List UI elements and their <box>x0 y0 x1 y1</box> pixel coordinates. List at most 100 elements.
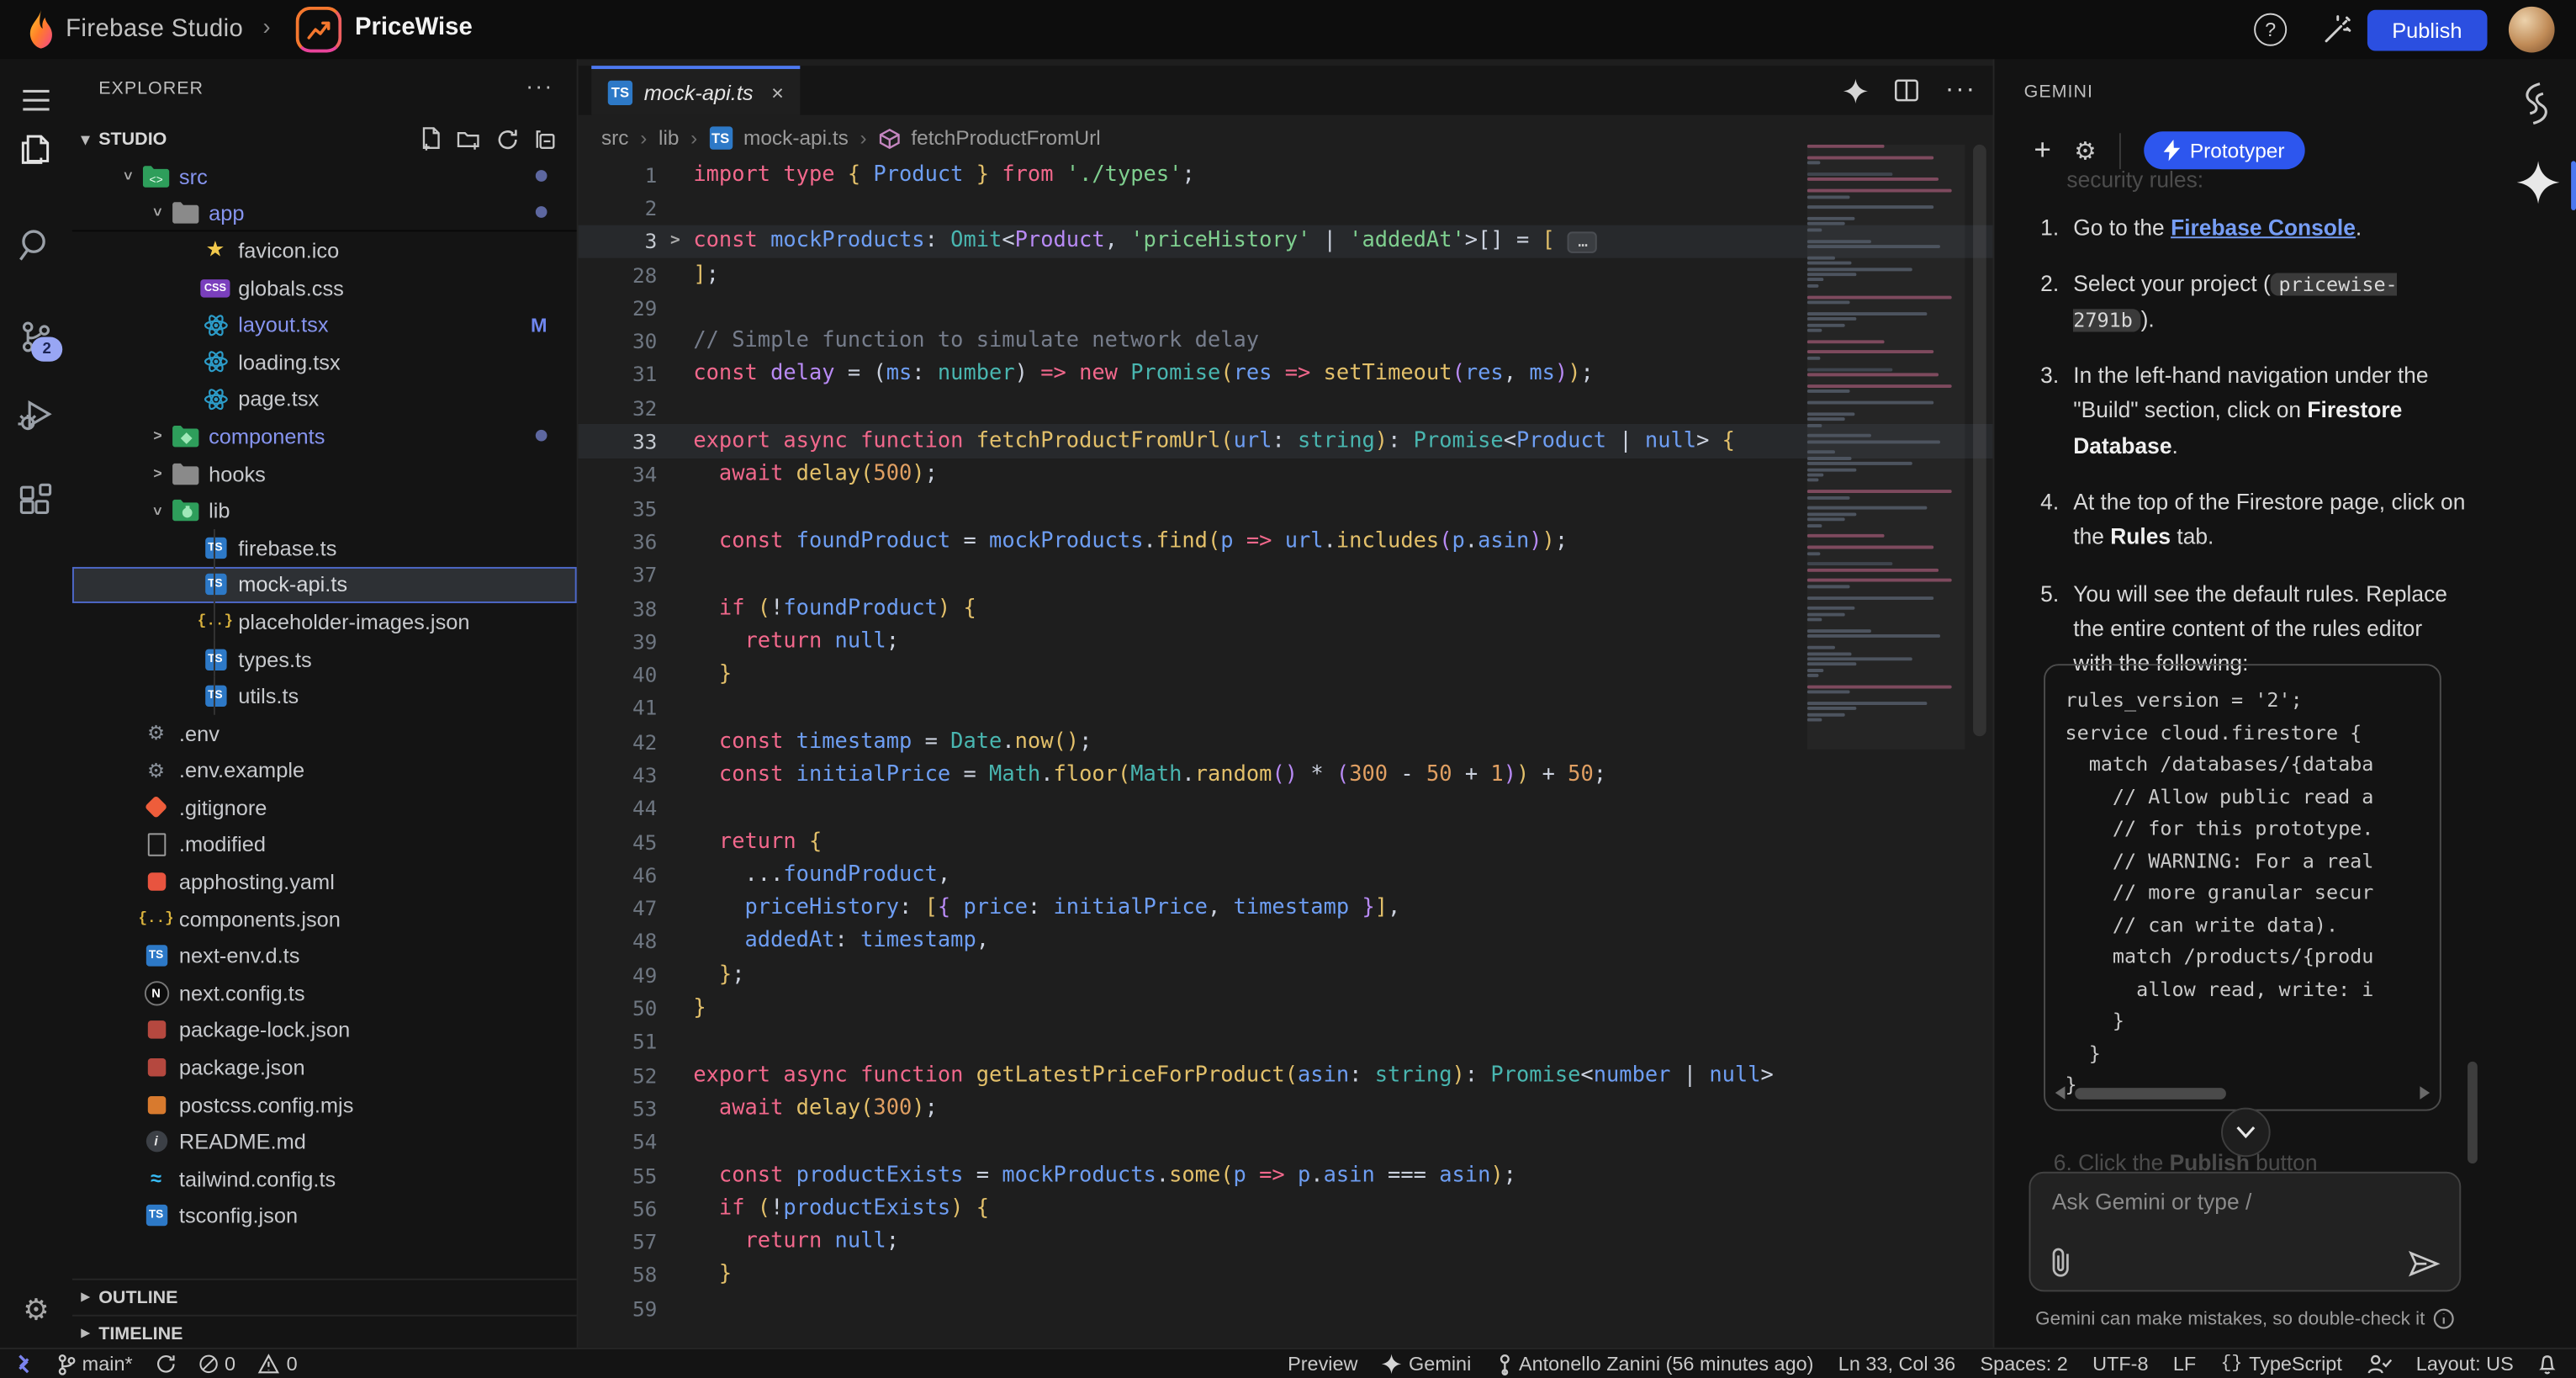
breadcrumb-src[interactable]: src <box>601 126 629 149</box>
explorer-more-icon[interactable]: ··· <box>526 72 553 98</box>
gemini-star-icon[interactable] <box>2517 161 2560 204</box>
file-row-apphosting.yaml[interactable]: apphosting.yaml <box>72 863 577 900</box>
code-area[interactable]: 1import type { Product } from './types';… <box>579 158 1993 1326</box>
file-row-package-lock.json[interactable]: package-lock.json <box>72 1012 577 1049</box>
status-left-remote-icon[interactable] <box>13 1354 34 1374</box>
gemini-scrollbar[interactable] <box>2468 1062 2478 1163</box>
editor-scrollbar[interactable] <box>1973 145 1986 736</box>
info-icon[interactable] <box>2433 1308 2454 1329</box>
chevron-down-icon[interactable]: > <box>120 163 137 189</box>
status-right-ln-33-col-36[interactable]: Ln 33, Col 36 <box>1838 1353 1955 1375</box>
gemini-input[interactable]: Ask Gemini or type / <box>2029 1172 2461 1292</box>
outline-section[interactable]: ▸OUTLINE <box>72 1279 577 1315</box>
chevron-right-icon[interactable]: > <box>145 428 171 445</box>
status-left-0[interactable]: 0 <box>258 1353 297 1375</box>
help-icon[interactable]: ? <box>2254 13 2287 46</box>
file-row-postcss.config.mjs[interactable]: postcss.config.mjs <box>72 1086 577 1123</box>
avatar[interactable] <box>2509 7 2555 53</box>
status-right-layout-us[interactable]: Layout: US <box>2416 1353 2514 1375</box>
file-row-app[interactable]: >app <box>72 195 577 232</box>
section-studio[interactable]: ▾ STUDIO <box>72 122 577 158</box>
close-icon[interactable]: × <box>771 80 784 104</box>
code-line-58[interactable]: 58 } <box>579 1259 1993 1292</box>
file-row-mock-api.ts[interactable]: TSmock-api.ts <box>72 566 577 603</box>
timeline-section[interactable]: ▸TIMELINE <box>72 1315 577 1351</box>
file-row-page.tsx[interactable]: page.tsx <box>72 380 577 417</box>
wand-icon[interactable] <box>2321 15 2352 46</box>
code-line-50[interactable]: 50} <box>579 992 1993 1026</box>
code-line-57[interactable]: 57 return null; <box>579 1225 1993 1259</box>
code-line-54[interactable]: 54 <box>579 1125 1993 1158</box>
file-row-loading.tsx[interactable]: loading.tsx <box>72 343 577 380</box>
file-row-.modified[interactable]: .modified <box>72 826 577 863</box>
code-line-28[interactable]: 28]; <box>579 257 1993 291</box>
status-left-sync-icon[interactable] <box>156 1354 175 1374</box>
chevron-down-icon[interactable]: > <box>150 199 167 225</box>
code-line-47[interactable]: 47 priceHistory: [{ price: initialPrice,… <box>579 892 1993 925</box>
file-row-utils.ts[interactable]: TSutils.ts <box>72 677 577 714</box>
more-icon[interactable]: ··· <box>1945 76 1976 105</box>
gemini-star-icon[interactable] <box>1843 78 1868 103</box>
split-editor-icon[interactable] <box>1894 79 1918 102</box>
code-line-59[interactable]: 59 <box>579 1292 1993 1326</box>
code-line-32[interactable]: 32 <box>579 391 1993 425</box>
file-row-components[interactable]: >components <box>72 417 577 454</box>
file-row-tsconfig.json[interactable]: TStsconfig.json <box>72 1197 577 1234</box>
settings-gear-icon[interactable]: ⚙ <box>0 1282 72 1338</box>
file-row-components.json[interactable]: {..}components.json <box>72 900 577 937</box>
file-row-lib[interactable]: >lib <box>72 492 577 529</box>
breadcrumb-file[interactable]: mock-api.ts <box>743 126 849 149</box>
code-line-51[interactable]: 51 <box>579 1025 1993 1058</box>
scroll-to-bottom-button[interactable] <box>2221 1108 2271 1158</box>
firebase-studio-icon[interactable] <box>2517 82 2557 125</box>
code-line-56[interactable]: 56 if (!productExists) { <box>579 1192 1993 1226</box>
attach-icon[interactable] <box>2050 1248 2070 1277</box>
code-line-33[interactable]: 33export async function fetchProductFrom… <box>579 425 1993 458</box>
code-line-34[interactable]: 34 await delay(500); <box>579 458 1993 491</box>
file-row-.env[interactable]: ⚙.env <box>72 715 577 752</box>
tab-mock-api[interactable]: TS mock-api.ts × <box>591 66 800 115</box>
code-line-1[interactable]: 1import type { Product } from './types'; <box>579 158 1993 192</box>
rules-hscrollbar[interactable] <box>2055 1084 2430 1101</box>
breadcrumb[interactable]: src› lib› TS mock-api.ts› fetchProductFr… <box>601 119 1101 158</box>
file-row-.gitignore[interactable]: .gitignore <box>72 789 577 826</box>
new-chat-icon[interactable]: + <box>2034 133 2051 167</box>
code-line-37[interactable]: 37 <box>579 558 1993 591</box>
code-line-2[interactable]: 2 <box>579 191 1993 225</box>
code-line-38[interactable]: 38 if (!foundProduct) { <box>579 591 1993 625</box>
file-row-layout.tsx[interactable]: layout.tsxM <box>72 306 577 343</box>
gear-icon[interactable]: ⚙ <box>2074 135 2096 165</box>
refresh-icon[interactable] <box>496 128 519 151</box>
status-right-spaces-2[interactable]: Spaces: 2 <box>1981 1353 2068 1375</box>
file-row-src[interactable]: ><>src <box>72 158 577 195</box>
code-line-55[interactable]: 55 const productExists = mockProducts.so… <box>579 1158 1993 1192</box>
menu-icon[interactable] <box>0 72 72 128</box>
new-file-icon[interactable] <box>419 128 442 151</box>
code-line-41[interactable]: 41 <box>579 692 1993 725</box>
code-line-53[interactable]: 53 await delay(300); <box>579 1092 1993 1126</box>
breadcrumb-lib[interactable]: lib <box>659 126 679 149</box>
code-line-36[interactable]: 36 const foundProduct = mockProducts.fin… <box>579 525 1993 559</box>
code-line-52[interactable]: 52export async function getLatestPriceFo… <box>579 1058 1993 1092</box>
status-right-preview[interactable]: Preview <box>1288 1353 1357 1375</box>
publish-button[interactable]: Publish <box>2367 10 2487 51</box>
search-icon[interactable] <box>0 217 72 273</box>
code-line-29[interactable]: 29 <box>579 291 1993 325</box>
file-row-favicon.ico[interactable]: ★favicon.ico <box>72 232 577 269</box>
code-line-40[interactable]: 40 } <box>579 658 1993 692</box>
file-row-package.json[interactable]: package.json <box>72 1049 577 1086</box>
collapse-all-icon[interactable] <box>534 128 557 151</box>
code-line-49[interactable]: 49 }; <box>579 958 1993 992</box>
new-folder-icon[interactable] <box>457 128 481 151</box>
explorer-icon[interactable] <box>0 122 72 178</box>
file-row-placeholder-images.json[interactable]: {..}placeholder-images.json <box>72 603 577 640</box>
hscroll-thumb[interactable] <box>2075 1087 2226 1099</box>
code-line-30[interactable]: 30// Simple function to simulate network… <box>579 325 1993 358</box>
code-line-48[interactable]: 48 addedAt: timestamp, <box>579 925 1993 958</box>
file-row-hooks[interactable]: >hooks <box>72 455 577 492</box>
send-icon[interactable] <box>2409 1251 2440 1277</box>
file-row-next.config.ts[interactable]: Nnext.config.ts <box>72 975 577 1012</box>
scroll-right-icon[interactable] <box>2420 1086 2430 1100</box>
file-row-types.ts[interactable]: TStypes.ts <box>72 640 577 677</box>
fold-icon[interactable]: > <box>657 232 693 250</box>
